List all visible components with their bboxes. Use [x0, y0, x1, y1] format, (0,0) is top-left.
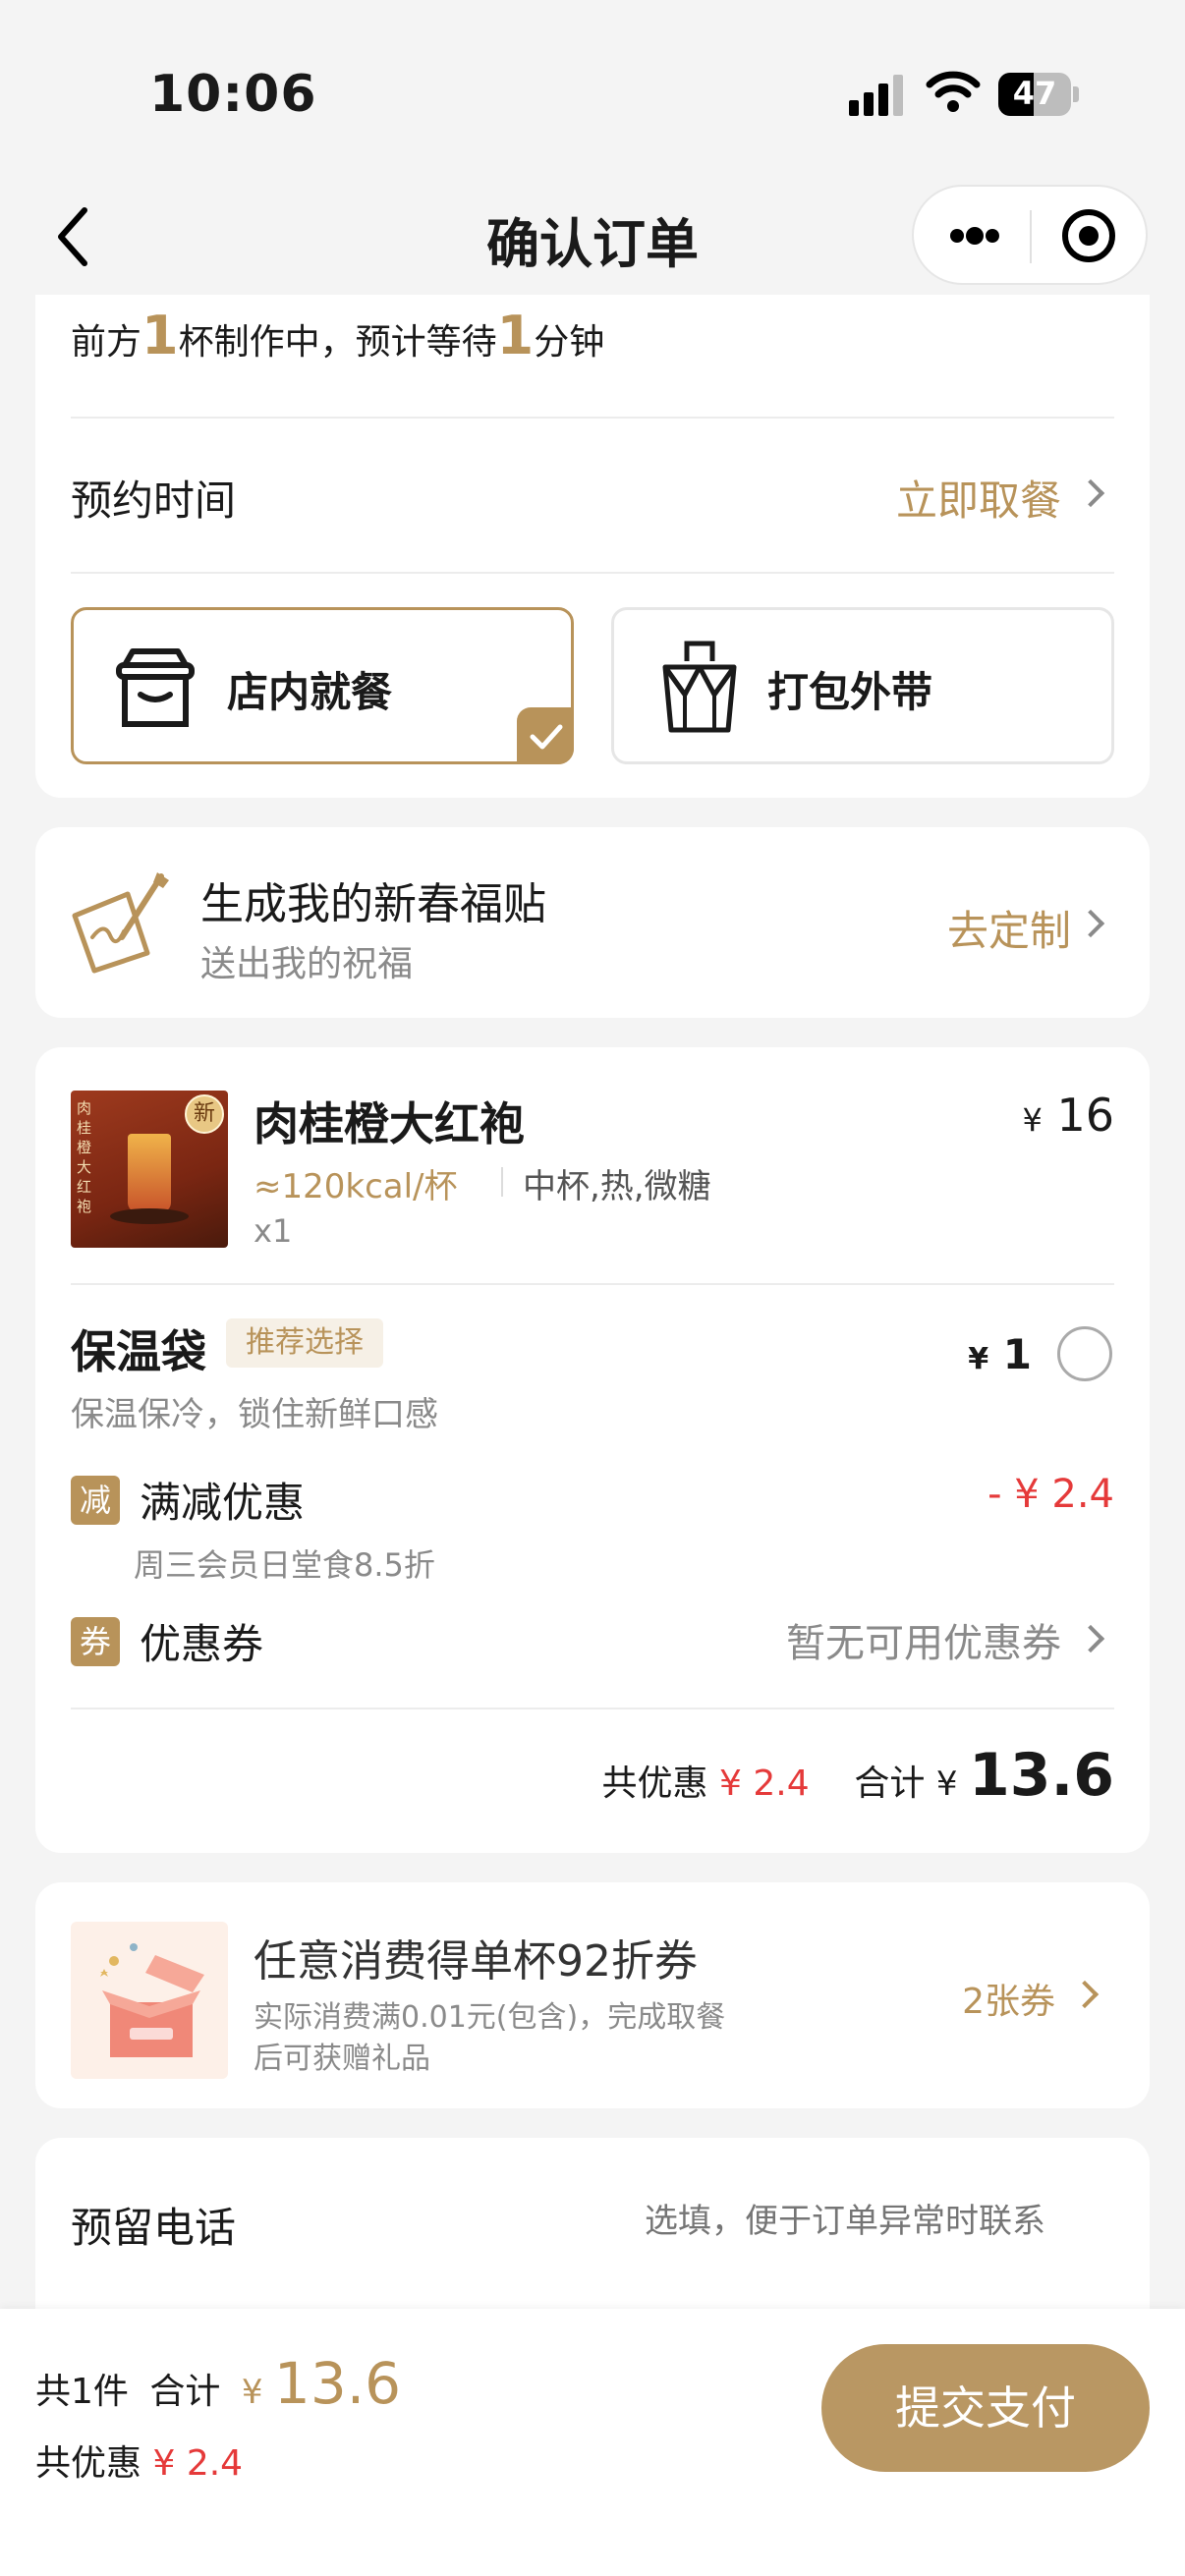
queue-cups: 1 [141, 305, 179, 366]
bottom-saved: 共优惠 ¥ 2.4 [35, 2435, 243, 2486]
promo-title: 任意消费得单杯92折券 [254, 1936, 698, 1987]
festival-card[interactable]: 生成我的新春福贴 送出我的祝福 去定制 [35, 827, 1150, 1018]
order-mode-card: 前方1杯制作中，预计等待1分钟 预约时间 立即取餐 店内就餐 打包外带 [35, 295, 1150, 798]
warm-bag-desc: 保温保冷，锁住新鲜口感 [71, 1395, 438, 1434]
dine-in-label: 店内就餐 [227, 668, 393, 716]
more-button[interactable] [928, 200, 1022, 271]
coupon-row[interactable]: 券 优惠券 暂无可用优惠券 [35, 1603, 1150, 1702]
bottom-saved-value: ¥ 2.4 [152, 2443, 244, 2484]
warm-bag-row[interactable]: 保温袋 推荐选择 保温保冷，锁住新鲜口感 ¥ 1 [35, 1305, 1150, 1434]
dine-in-option[interactable]: 店内就餐 [71, 607, 574, 764]
bottom-count: 共1件 [35, 2372, 129, 2412]
bottom-currency: ¥ [241, 2373, 263, 2412]
summary-currency: ¥ [935, 1764, 958, 1804]
chevron-right-icon [1076, 1624, 1105, 1653]
festival-action: 去定制 [946, 907, 1071, 955]
reserve-time-label: 预约时间 [71, 476, 237, 525]
promo-line1: 实际消费满0.01元(包含)，完成取餐 [254, 2000, 726, 2035]
festival-subtitle: 送出我的祝福 [200, 944, 414, 984]
submit-payment-button[interactable]: 提交支付 [821, 2344, 1150, 2472]
nav-bar: 确认订单 [0, 177, 1185, 295]
status-bar: 10:06 47 [0, 0, 1185, 177]
queue-minutes: 1 [496, 305, 535, 366]
discount-icon: 减 [71, 1476, 120, 1525]
wifi-icon [926, 67, 981, 114]
discount-row: 减 满减优惠 周三会员日堂食8.5折 - ¥ 2.4 [35, 1460, 1150, 1588]
promo-count: 2张券 [962, 1982, 1055, 2022]
target-icon [1062, 209, 1115, 262]
coupon-label: 优惠券 [140, 1620, 264, 1668]
bottom-summary: 共1件 合计 ¥ 13.6 [35, 2350, 401, 2417]
mini-program-capsule [912, 185, 1148, 285]
saucer-shape [110, 1208, 189, 1224]
signal-icon [849, 73, 908, 116]
product-image: 肉桂橙大红袍 新 [71, 1091, 228, 1248]
product-image-text: 肉桂橙大红袍 [77, 1099, 92, 1215]
check-icon [530, 724, 563, 750]
store-icon [116, 648, 195, 727]
festival-title: 生成我的新春福贴 [200, 879, 546, 929]
summary-saved-label: 共优惠 [601, 1764, 708, 1804]
product-kcal: ≈120kcal/杯 [254, 1167, 458, 1206]
queue-info: 前方1杯制作中，预计等待1分钟 [71, 305, 605, 366]
product-spec: 中杯,热,微糖 [523, 1167, 711, 1206]
gift-box-icon [100, 1943, 204, 2057]
warm-bag-name: 保温袋 [71, 1325, 206, 1378]
coupon-value: 暂无可用优惠券 [786, 1621, 1061, 1666]
chevron-right-icon [1076, 909, 1105, 938]
reserve-time-value: 立即取餐 [895, 476, 1061, 525]
chevron-right-icon [1076, 478, 1105, 508]
takeout-bag-icon [662, 641, 737, 733]
summary-total: 13.6 [968, 1741, 1114, 1810]
order-summary: 共优惠 ¥ 2.4 合计 ¥ 13.6 [602, 1741, 1114, 1820]
battery-icon: 47 [998, 73, 1079, 116]
takeout-label: 打包外带 [767, 668, 933, 716]
close-miniprogram-button[interactable] [1042, 200, 1136, 271]
selected-check [517, 707, 574, 764]
checkout-bar: 共1件 合计 ¥ 13.6 共优惠 ¥ 2.4 提交支付 [0, 2309, 1185, 2576]
promo-line2: 后可获赠礼品 [254, 2042, 430, 2076]
gift-box-image [71, 1922, 228, 2079]
takeout-option[interactable]: 打包外带 [611, 607, 1114, 764]
battery-level: 47 [1012, 75, 1057, 112]
product-qty: x1 [254, 1212, 293, 1250]
phone-label: 预留电话 [71, 2204, 237, 2252]
chevron-right-icon [1070, 1980, 1100, 2009]
product-name: 肉桂橙大红袍 [254, 1097, 525, 1150]
reserve-time-row[interactable]: 预约时间 立即取餐 [35, 419, 1150, 572]
bottom-saved-label: 共优惠 [35, 2443, 142, 2484]
warm-bag-radio[interactable] [1057, 1326, 1112, 1381]
spec-divider [501, 1167, 503, 1197]
new-badge: 新 [185, 1094, 224, 1134]
discount-label: 满减优惠 [140, 1479, 306, 1527]
recommend-tag: 推荐选择 [226, 1318, 383, 1368]
order-items-card: 肉桂橙大红袍 新 肉桂橙大红袍 ¥ 16 ≈120kcal/杯 中杯,热,微糖 … [35, 1047, 1150, 1853]
summary-saved: ¥ 2.4 [719, 1764, 810, 1804]
calligraphy-brush-icon [72, 872, 169, 974]
summary-total-label: 合计 [854, 1764, 926, 1804]
cup-shape [128, 1134, 171, 1212]
bottom-total-label: 合计 [149, 2372, 221, 2412]
warm-bag-price: ¥ 1 [968, 1330, 1032, 1378]
product-price: ¥ 16 [1022, 1089, 1114, 1142]
coupon-icon: 券 [71, 1617, 120, 1666]
phone-input[interactable] [645, 2187, 1116, 2256]
discount-amount: - ¥ 2.4 [988, 1472, 1114, 1517]
bottom-total: 13.6 [273, 2350, 402, 2417]
promo-card[interactable]: 任意消费得单杯92折券 实际消费满0.01元(包含)，完成取餐 后可获赠礼品 2… [35, 1882, 1150, 2108]
discount-desc: 周三会员日堂食8.5折 [134, 1546, 435, 1584]
status-time: 10:06 [149, 65, 317, 124]
more-dots-icon [950, 227, 999, 245]
